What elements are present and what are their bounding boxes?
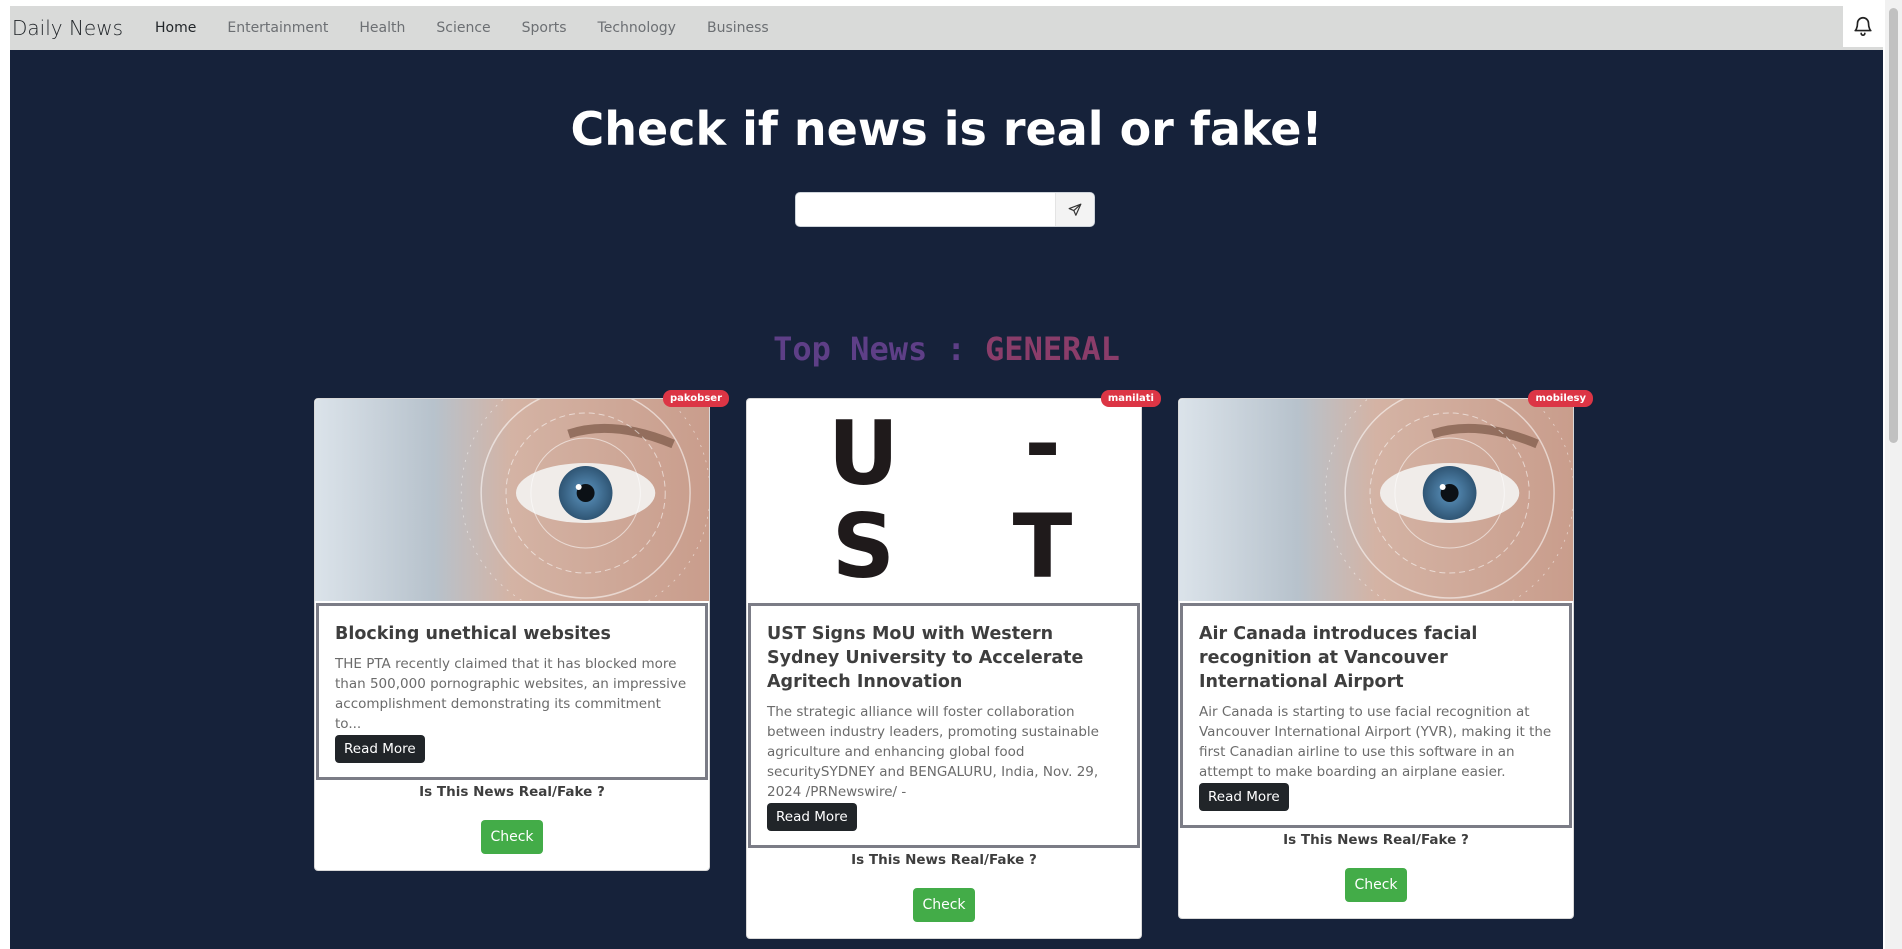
section-title: Top News : GENERAL — [10, 330, 1883, 368]
real-fake-question: Is This News Real/Fake ? — [419, 784, 605, 800]
news-search-box — [795, 192, 1095, 227]
news-search-input[interactable] — [796, 193, 1055, 226]
card-body: Blocking unethical websites THE PTA rece… — [316, 603, 708, 780]
nav-link-health[interactable]: Health — [359, 20, 405, 36]
navbar: Daily News Home Entertainment Health Sci… — [10, 5, 1883, 50]
card-description: Air Canada is starting to use facial rec… — [1199, 704, 1552, 780]
check-button[interactable]: Check — [1345, 868, 1407, 902]
check-button[interactable]: Check — [481, 820, 543, 854]
nav-link-technology[interactable]: Technology — [598, 20, 676, 36]
real-fake-question: Is This News Real/Fake ? — [851, 852, 1037, 868]
source-badge: pakobser — [663, 390, 729, 407]
read-more-button[interactable]: Read More — [1199, 783, 1289, 811]
nav-link-entertainment[interactable]: Entertainment — [227, 20, 328, 36]
nav-link-business[interactable]: Business — [707, 20, 769, 36]
image-letter: U — [828, 403, 899, 505]
image-letter: T — [1013, 496, 1073, 598]
read-more-button[interactable]: Read More — [335, 735, 425, 763]
image-letter: - — [1024, 399, 1060, 495]
real-fake-question: Is This News Real/Fake ? — [1283, 832, 1469, 848]
news-card: mobilesy Air Canada introduces facial re… — [1178, 390, 1593, 919]
card-description: THE PTA recently claimed that it has blo… — [335, 656, 687, 732]
check-button[interactable]: Check — [913, 888, 975, 922]
send-icon — [1068, 203, 1082, 216]
news-card: manilati U - S T UST Signs MoU with West… — [746, 390, 1161, 939]
main-content: Check if news is real or fake! Top News … — [10, 50, 1883, 949]
notification-button[interactable] — [1843, 5, 1883, 47]
card-title: Blocking unethical websites — [335, 624, 611, 644]
nav-link-science[interactable]: Science — [436, 20, 490, 36]
source-badge: manilati — [1100, 390, 1161, 407]
eye-scan-image[interactable] — [1179, 399, 1573, 601]
card-title: UST Signs MoU with Western Sydney Univer… — [767, 624, 1084, 692]
news-card: pakobser Blocking unethical websites THE… — [314, 390, 729, 871]
card-title: Air Canada introduces facial recognition… — [1199, 624, 1478, 692]
hero-title: Check if news is real or fake! — [570, 102, 1323, 156]
nav-link-home[interactable]: Home — [155, 20, 196, 36]
ust-logo-image[interactable]: U - S T — [747, 399, 1141, 601]
card-description: The strategic alliance will foster colla… — [767, 704, 1099, 800]
image-letter: S — [832, 496, 895, 598]
section-title-category: GENERAL — [985, 330, 1120, 368]
section-title-prefix: Top News : — [773, 330, 986, 368]
brand-logo[interactable]: Daily News — [12, 16, 123, 40]
scrollbar-thumb[interactable] — [1889, 8, 1898, 443]
page-scrollbar[interactable] — [1885, 0, 1902, 949]
nav-link-sports[interactable]: Sports — [522, 20, 567, 36]
nav-links: Home Entertainment Health Science Sports… — [155, 20, 800, 36]
bell-icon — [1854, 17, 1872, 36]
eye-scan-image[interactable] — [315, 399, 709, 601]
read-more-button[interactable]: Read More — [767, 803, 857, 831]
source-badge: mobilesy — [1528, 390, 1593, 407]
card-body: Air Canada introduces facial recognition… — [1180, 603, 1572, 828]
card-body: UST Signs MoU with Western Sydney Univer… — [748, 603, 1140, 848]
submit-button[interactable] — [1055, 193, 1094, 226]
